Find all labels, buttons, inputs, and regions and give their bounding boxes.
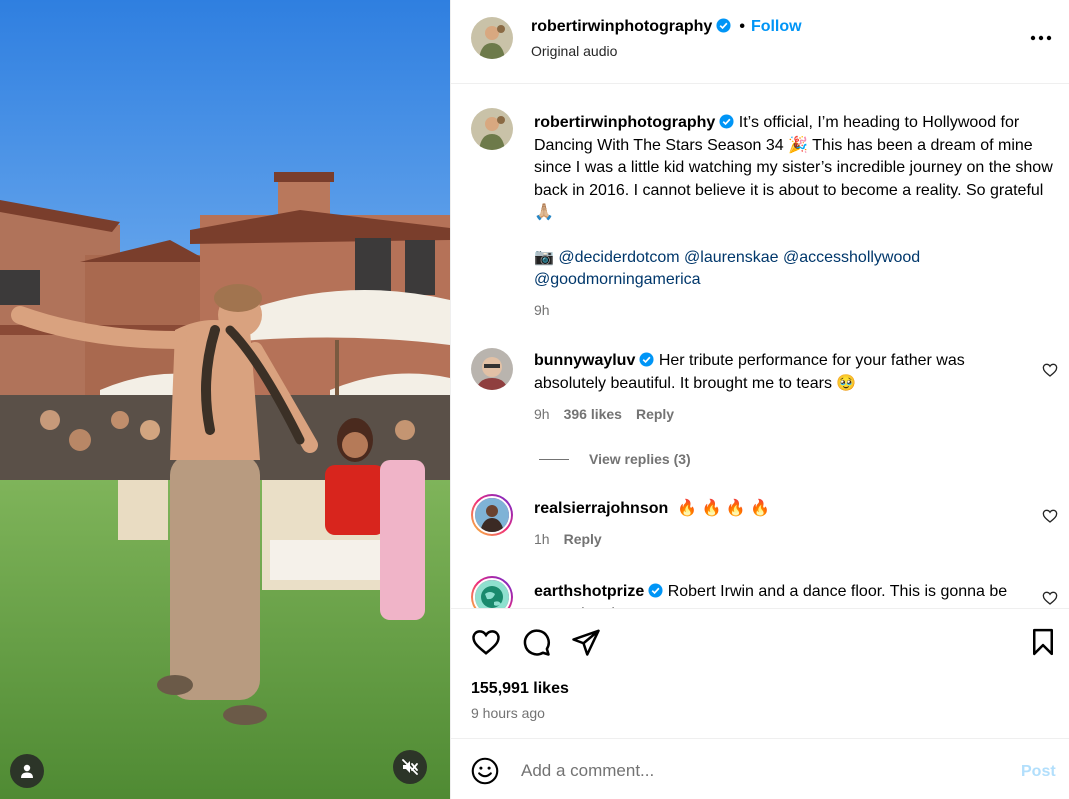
author-avatar[interactable] [471, 17, 513, 59]
person-icon [21, 764, 33, 778]
add-comment-bar: Post [451, 738, 1069, 799]
reply-button[interactable]: Reply [636, 406, 674, 422]
commenter-avatar-image [471, 348, 513, 390]
replies-divider-line [539, 458, 569, 460]
comment-time[interactable]: 1h [534, 531, 550, 547]
mention-link[interactable]: @laurenskae [684, 249, 779, 266]
post-comment-button[interactable]: Post [1021, 763, 1056, 781]
post-header: robertirwinphotography • Follow Original a… [451, 0, 1069, 84]
caption-meta: 9h [534, 302, 564, 318]
comment-likes[interactable]: 396 likes [564, 406, 622, 422]
verified-badge-icon [648, 583, 663, 598]
verified-badge-icon [639, 352, 654, 367]
save-bookmark-icon[interactable] [1028, 627, 1058, 657]
like-comment-heart-icon[interactable] [1042, 362, 1058, 378]
commenter-avatar[interactable] [471, 348, 513, 390]
view-replies-label: View replies (3) [589, 451, 691, 467]
comment-username[interactable]: bunnywayluv [534, 352, 635, 369]
separator-dot: • [739, 18, 745, 35]
comment-username[interactable]: earthshotprize [534, 583, 644, 600]
comment-input[interactable] [521, 759, 981, 783]
like-comment-heart-icon[interactable] [1042, 590, 1058, 606]
commenter-avatar[interactable] [471, 576, 513, 608]
comment-item: realsierrajohnson 🔥 🔥 🔥 🔥 [534, 498, 1034, 521]
reply-button[interactable]: Reply [564, 531, 602, 547]
share-paper-plane-icon[interactable] [571, 627, 601, 657]
caption: robertirwinphotography It’s official, I’… [534, 112, 1059, 292]
post-timestamp[interactable]: 9 hours ago [471, 705, 545, 721]
comment-meta: 1h Reply [534, 531, 616, 547]
comment-time[interactable]: 9h [534, 406, 550, 422]
comment-username[interactable]: realsierrajohnson [534, 500, 668, 517]
comment-bubble-icon[interactable] [521, 627, 551, 657]
muted-speaker-icon [402, 759, 418, 775]
mention-link[interactable]: @accesshollywood [783, 249, 920, 266]
author-avatar-image [471, 108, 513, 150]
view-replies-button[interactable]: View replies (3) [539, 451, 691, 467]
follow-button[interactable]: Follow [751, 18, 802, 35]
audio-link[interactable]: Original audio [531, 43, 617, 59]
tagged-users-button[interactable] [10, 754, 44, 788]
like-heart-icon[interactable] [471, 627, 501, 657]
globe-logo-icon [475, 580, 509, 608]
caption-username[interactable]: robertirwinphotography [534, 114, 715, 131]
emoji-smiley-icon[interactable] [471, 757, 499, 785]
post-actions: 155,991 likes 9 hours ago [451, 608, 1069, 738]
author-username[interactable]: robertirwinphotography [531, 18, 712, 35]
post-video[interactable] [0, 0, 450, 799]
mute-toggle-button[interactable] [393, 750, 427, 784]
caption-time[interactable]: 9h [534, 302, 550, 318]
like-comment-heart-icon[interactable] [1042, 508, 1058, 524]
mention-link[interactable]: @goodmorningamerica [534, 271, 701, 288]
video-frame-illustration [0, 0, 450, 799]
more-options-button[interactable] [1029, 26, 1053, 50]
commenter-avatar-image [475, 498, 509, 532]
author-avatar-image [471, 17, 513, 59]
comment-item: earthshotprize Robert Irwin and a dance … [534, 581, 1034, 608]
caption-author-avatar[interactable] [471, 108, 513, 150]
verified-badge-icon [716, 18, 731, 33]
comments-list[interactable]: robertirwinphotography It’s official, I’… [451, 84, 1069, 608]
post-details-panel: robertirwinphotography • Follow Original a… [450, 0, 1069, 799]
comment-item: bunnywayluv Her tribute performance for … [534, 350, 1034, 395]
commenter-avatar[interactable] [471, 494, 513, 536]
comment-text: 🔥 🔥 🔥 🔥 [677, 500, 771, 517]
camera-emoji: 📷 [534, 248, 554, 266]
likes-count[interactable]: 155,991 likes [471, 680, 569, 698]
verified-badge-icon [719, 114, 734, 129]
mention-link[interactable]: @deciderdotcom [558, 249, 679, 266]
comment-meta: 9h 396 likes Reply [534, 406, 688, 422]
more-options-icon [1030, 35, 1052, 41]
